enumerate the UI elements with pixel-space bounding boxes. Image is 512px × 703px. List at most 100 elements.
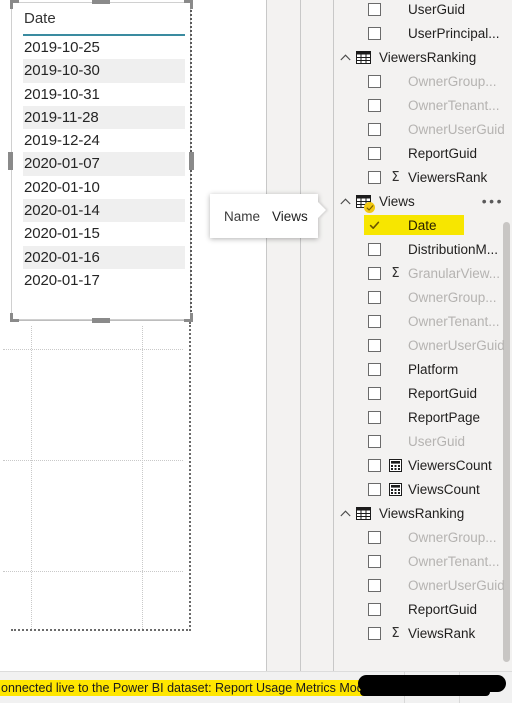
fields-group-viewsranking[interactable]: ViewsRanking xyxy=(334,501,512,525)
resize-handle-right[interactable] xyxy=(189,152,194,170)
table-row[interactable]: 2020-01-07 xyxy=(23,152,185,176)
field-row[interactable]: UserGuid xyxy=(334,429,512,453)
checkbox-unchecked[interactable] xyxy=(368,2,381,16)
redaction-mark xyxy=(358,675,506,696)
field-row[interactable]: Date xyxy=(334,213,512,237)
checkbox-unchecked[interactable] xyxy=(368,26,381,40)
checkbox-unchecked[interactable] xyxy=(368,122,381,136)
checkbox-unchecked[interactable] xyxy=(368,578,381,592)
drag-tooltip-arrow xyxy=(318,202,326,218)
field-label: Date xyxy=(408,217,437,233)
field-row[interactable]: ReportPage xyxy=(334,405,512,429)
checkbox-unchecked[interactable] xyxy=(368,290,381,304)
field-row[interactable]: UserPrincipal... xyxy=(334,21,512,45)
fields-list: UserGuid UserPrincipal... ViewersRanking Ow… xyxy=(334,0,512,645)
fields-group-views[interactable]: Views ••• xyxy=(334,189,512,213)
checkbox-unchecked[interactable] xyxy=(368,170,381,184)
sigma-aggregate-icon: Σ xyxy=(391,169,400,185)
status-bar: onnected live to the Power BI dataset: R… xyxy=(0,671,512,703)
fields-group-viewersranking[interactable]: ViewersRanking xyxy=(334,45,512,69)
table-row[interactable]: 2019-10-25 xyxy=(23,36,185,59)
table-row[interactable]: 2019-12-24 xyxy=(23,129,185,152)
field-row[interactable]: OwnerUserGuid xyxy=(334,117,512,141)
checkbox-unchecked[interactable] xyxy=(368,386,381,400)
field-row[interactable]: OwnerTenant... xyxy=(334,309,512,333)
field-row[interactable]: ReportGuid xyxy=(334,381,512,405)
drag-tooltip-value: Views xyxy=(272,208,308,224)
table-row[interactable]: 2020-01-17 xyxy=(23,269,185,292)
table-column-header-date[interactable]: Date xyxy=(23,2,185,36)
field-label: ViewersRank xyxy=(408,169,488,185)
table-icon xyxy=(355,505,371,521)
checkbox-unchecked[interactable] xyxy=(368,458,381,472)
field-label: UserGuid xyxy=(408,433,466,449)
field-row[interactable]: Σ GranularView... xyxy=(334,261,512,285)
field-row[interactable]: ViewsCount xyxy=(334,477,512,501)
checkbox-unchecked[interactable] xyxy=(368,626,381,640)
table-row[interactable]: 2020-01-10 xyxy=(23,176,185,199)
field-row[interactable]: OwnerUserGuid xyxy=(334,333,512,357)
fields-pane-gutter xyxy=(301,0,333,672)
checkbox-unchecked[interactable] xyxy=(368,242,381,256)
visualizations-pane[interactable] xyxy=(267,0,300,672)
resize-handle-top[interactable] xyxy=(92,0,110,4)
table-row[interactable]: 2019-10-30 xyxy=(23,59,185,83)
field-row[interactable]: DistributionM... xyxy=(334,237,512,261)
table-row[interactable]: 2019-10-31 xyxy=(23,83,185,106)
checkbox-unchecked[interactable] xyxy=(368,338,381,352)
checkbox-unchecked[interactable] xyxy=(368,74,381,88)
checkbox-unchecked[interactable] xyxy=(368,482,381,496)
field-row[interactable]: ReportGuid xyxy=(334,141,512,165)
checkbox-unchecked[interactable] xyxy=(368,434,381,448)
table-row[interactable]: 2020-01-14 xyxy=(23,199,185,223)
field-label: OwnerUserGuid xyxy=(408,337,505,353)
fields-pane-scrollbar[interactable] xyxy=(503,222,510,662)
field-row[interactable]: OwnerTenant... xyxy=(334,93,512,117)
checkbox-unchecked[interactable] xyxy=(368,146,381,160)
canvas-guide-hline xyxy=(3,571,183,572)
field-label: ReportGuid xyxy=(408,601,478,617)
field-label: OwnerGroup... xyxy=(408,73,497,89)
field-row[interactable]: UserGuid xyxy=(334,0,512,21)
resize-handle-bottom[interactable] xyxy=(92,318,110,323)
field-row[interactable]: OwnerGroup... xyxy=(334,525,512,549)
chevron-up-icon[interactable] xyxy=(337,193,353,209)
field-row[interactable]: ViewersCount xyxy=(334,453,512,477)
checkbox-unchecked[interactable] xyxy=(368,266,381,280)
field-label: UserPrincipal... xyxy=(408,25,500,41)
chevron-up-icon[interactable] xyxy=(337,505,353,521)
table-row[interactable]: 2020-01-15 xyxy=(23,222,185,245)
sigma-aggregate-icon: Σ xyxy=(391,265,400,281)
checkbox-unchecked[interactable] xyxy=(368,530,381,544)
field-label: ReportGuid xyxy=(408,385,478,401)
checkbox-unchecked[interactable] xyxy=(368,410,381,424)
table-row[interactable]: 2020-01-16 xyxy=(23,245,185,269)
checkbox-unchecked[interactable] xyxy=(368,554,381,568)
checkbox-unchecked[interactable] xyxy=(368,98,381,112)
field-row[interactable]: Σ ViewersRank xyxy=(334,165,512,189)
chevron-up-icon[interactable] xyxy=(337,49,353,65)
resize-handle-left[interactable] xyxy=(8,152,13,170)
fields-group-label: ViewersRanking xyxy=(379,49,477,65)
field-row[interactable]: OwnerGroup... xyxy=(334,69,512,93)
checkbox-unchecked[interactable] xyxy=(368,314,381,328)
checkbox-unchecked[interactable] xyxy=(368,362,381,376)
report-canvas[interactable]: Date 2019-10-25 2019-10-30 2019-10-31 2019-… xyxy=(0,0,326,672)
table-row[interactable]: 2019-11-28 xyxy=(23,105,185,130)
more-options-icon[interactable]: ••• xyxy=(482,189,504,213)
table-icon xyxy=(355,49,371,65)
table-check-badge-icon xyxy=(364,202,375,213)
table-visual[interactable]: Date 2019-10-25 2019-10-30 2019-10-31 2019-… xyxy=(8,0,194,323)
canvas-guide-vline xyxy=(31,326,32,629)
checkbox-checked[interactable] xyxy=(368,219,381,232)
field-row[interactable]: OwnerTenant... xyxy=(334,549,512,573)
fields-pane[interactable]: UserGuid UserPrincipal... ViewersRanking Ow… xyxy=(334,0,512,672)
field-row[interactable]: ReportGuid xyxy=(334,597,512,621)
checkbox-unchecked[interactable] xyxy=(368,602,381,616)
fields-group-label: ViewsRanking xyxy=(379,505,465,521)
field-row[interactable]: OwnerGroup... xyxy=(334,285,512,309)
field-row[interactable]: Σ ViewsRank xyxy=(334,621,512,645)
field-row[interactable]: OwnerUserGuid xyxy=(334,573,512,597)
field-label: DistributionM... xyxy=(408,241,499,257)
field-row[interactable]: Platform xyxy=(334,357,512,381)
